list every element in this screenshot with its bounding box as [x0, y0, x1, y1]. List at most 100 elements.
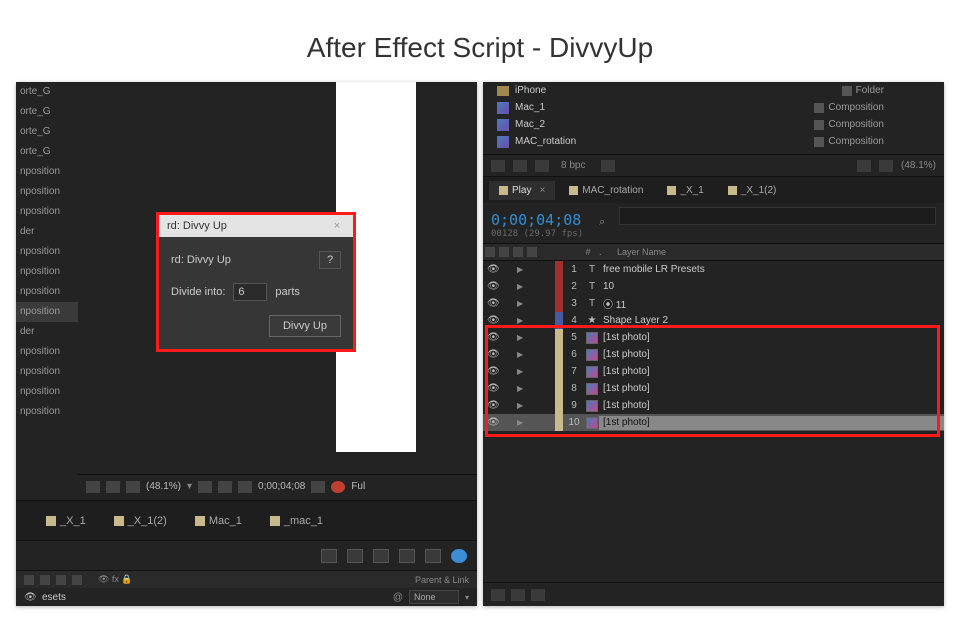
- guides-icon[interactable]: [218, 481, 232, 493]
- layer-row[interactable]: 👁▶3T⦿ 11: [483, 295, 944, 312]
- project-item[interactable]: nposition: [16, 202, 78, 222]
- project-item[interactable]: nposition: [16, 342, 78, 362]
- project-item[interactable]: orte_G: [16, 142, 78, 162]
- layer-label-swatch[interactable]: [555, 261, 563, 278]
- timecode-display[interactable]: 0;00;04;08: [258, 481, 305, 492]
- chevron-down-icon[interactable]: ▾: [465, 593, 469, 602]
- expand-icon[interactable]: ▶: [517, 350, 527, 359]
- layer-label-swatch[interactable]: [555, 312, 563, 329]
- eye-icon[interactable]: 👁: [487, 315, 499, 326]
- grid-view-icon[interactable]: [857, 160, 871, 172]
- layer-row[interactable]: 👁▶6[1st photo]: [483, 346, 944, 363]
- graph-icon[interactable]: [425, 549, 441, 563]
- interpret-icon[interactable]: [491, 160, 505, 172]
- timeline-tab[interactable]: _X_1: [657, 181, 713, 200]
- expand-icon[interactable]: ▶: [517, 299, 527, 308]
- timeline-tab[interactable]: Play×: [489, 181, 555, 200]
- transfer-modes-icon[interactable]: [511, 589, 525, 601]
- pickwhip-icon[interactable]: @: [393, 592, 403, 603]
- trash-icon[interactable]: [601, 160, 615, 172]
- mask-icon[interactable]: [126, 481, 140, 493]
- frame-blend-icon[interactable]: [373, 549, 389, 563]
- layer-label-swatch[interactable]: [555, 295, 563, 312]
- bit-depth[interactable]: 8 bpc: [561, 160, 585, 171]
- divvy-up-button[interactable]: Divvy Up: [269, 315, 341, 337]
- timeline-tab[interactable]: _X_1(2): [718, 181, 787, 200]
- close-icon[interactable]: ×: [539, 185, 545, 196]
- list-view-icon[interactable]: [879, 160, 893, 172]
- current-timecode[interactable]: 0;00;04;08: [491, 211, 583, 229]
- divide-count-input[interactable]: 6: [233, 283, 267, 301]
- project-item[interactable]: orte_G: [16, 102, 78, 122]
- toggle-switches-icon[interactable]: [491, 589, 505, 601]
- layer-name[interactable]: 10: [599, 281, 944, 292]
- layer-label-swatch[interactable]: [555, 380, 563, 397]
- layer-row[interactable]: 👁▶7[1st photo]: [483, 363, 944, 380]
- eye-icon[interactable]: 👁: [487, 417, 499, 428]
- layer-row[interactable]: 👁▶1Tfree mobile LR Presets: [483, 261, 944, 278]
- expand-icon[interactable]: ▶: [517, 418, 527, 427]
- project-item[interactable]: der: [16, 222, 78, 242]
- expand-icon[interactable]: ▶: [517, 401, 527, 410]
- eye-icon[interactable]: 👁: [487, 281, 499, 292]
- project-item[interactable]: Mac_1Composition: [483, 99, 944, 116]
- eye-icon[interactable]: 👁: [487, 298, 499, 309]
- camera-icon[interactable]: [311, 481, 325, 493]
- layer-row[interactable]: 👁▶9[1st photo]: [483, 397, 944, 414]
- project-item[interactable]: nposition: [16, 402, 78, 422]
- project-item[interactable]: iPhoneFolder: [483, 82, 944, 99]
- chevron-down-icon[interactable]: ▾: [187, 481, 192, 492]
- layer-name[interactable]: ⦿ 11: [599, 296, 944, 311]
- dialog-titlebar[interactable]: rd: Divvy Up ×: [159, 215, 353, 237]
- eye-icon[interactable]: 👁: [487, 383, 499, 394]
- project-item[interactable]: nposition: [16, 362, 78, 382]
- layer-label-swatch[interactable]: [555, 414, 563, 431]
- layer-name[interactable]: Shape Layer 2: [599, 315, 944, 326]
- project-item[interactable]: orte_G: [16, 82, 78, 102]
- expand-icon[interactable]: ▶: [517, 316, 527, 325]
- project-item[interactable]: nposition: [16, 382, 78, 402]
- layer-name[interactable]: [1st photo]: [599, 416, 944, 430]
- comp-tab[interactable]: _mac_1: [260, 511, 333, 531]
- display-icon[interactable]: [106, 481, 120, 493]
- layer-name[interactable]: [1st photo]: [599, 332, 944, 343]
- search-icon[interactable]: ⌕: [599, 216, 605, 229]
- eye-icon[interactable]: 👁: [487, 264, 499, 275]
- project-item[interactable]: nposition: [16, 302, 78, 322]
- shy-icon[interactable]: [321, 549, 337, 563]
- expand-icon[interactable]: ▶: [517, 333, 527, 342]
- project-item[interactable]: der: [16, 322, 78, 342]
- eye-icon[interactable]: 👁: [487, 349, 499, 360]
- parent-dropdown[interactable]: None: [409, 590, 459, 604]
- expand-icon[interactable]: ▶: [517, 265, 527, 274]
- layer-name[interactable]: [1st photo]: [599, 366, 944, 377]
- comp-tab[interactable]: Mac_1: [185, 511, 252, 531]
- expand-icon[interactable]: ▶: [517, 384, 527, 393]
- project-item[interactable]: Mac_2Composition: [483, 116, 944, 133]
- layer-row[interactable]: 👁▶10[1st photo]: [483, 414, 944, 431]
- project-item[interactable]: orte_G: [16, 122, 78, 142]
- resolution-icon[interactable]: [198, 481, 212, 493]
- layer-name[interactable]: [1st photo]: [599, 400, 944, 411]
- grid-icon[interactable]: [86, 481, 100, 493]
- new-folder-icon[interactable]: [535, 160, 549, 172]
- timeline-zoom-icon[interactable]: [531, 589, 545, 601]
- motion-blur-icon[interactable]: [399, 549, 415, 563]
- expand-icon[interactable]: ▶: [517, 367, 527, 376]
- project-item[interactable]: nposition: [16, 162, 78, 182]
- project-item[interactable]: nposition: [16, 182, 78, 202]
- collapse-icon[interactable]: [347, 549, 363, 563]
- project-item[interactable]: nposition: [16, 242, 78, 262]
- timeline-tab[interactable]: MAC_rotation: [559, 181, 653, 200]
- project-item[interactable]: nposition: [16, 262, 78, 282]
- layer-row[interactable]: 👁▶8[1st photo]: [483, 380, 944, 397]
- comp-tab[interactable]: _X_1: [36, 511, 96, 531]
- layer-search-input[interactable]: [619, 207, 936, 225]
- comp-tab[interactable]: _X_1(2): [104, 511, 177, 531]
- thumbnail-zoom[interactable]: (48.1%): [901, 160, 936, 171]
- layer-label-swatch[interactable]: [555, 346, 563, 363]
- layer-name[interactable]: [1st photo]: [599, 383, 944, 394]
- layer-row[interactable]: 👁▶2T10: [483, 278, 944, 295]
- eye-icon[interactable]: 👁: [487, 400, 499, 411]
- color-icon[interactable]: [331, 481, 345, 493]
